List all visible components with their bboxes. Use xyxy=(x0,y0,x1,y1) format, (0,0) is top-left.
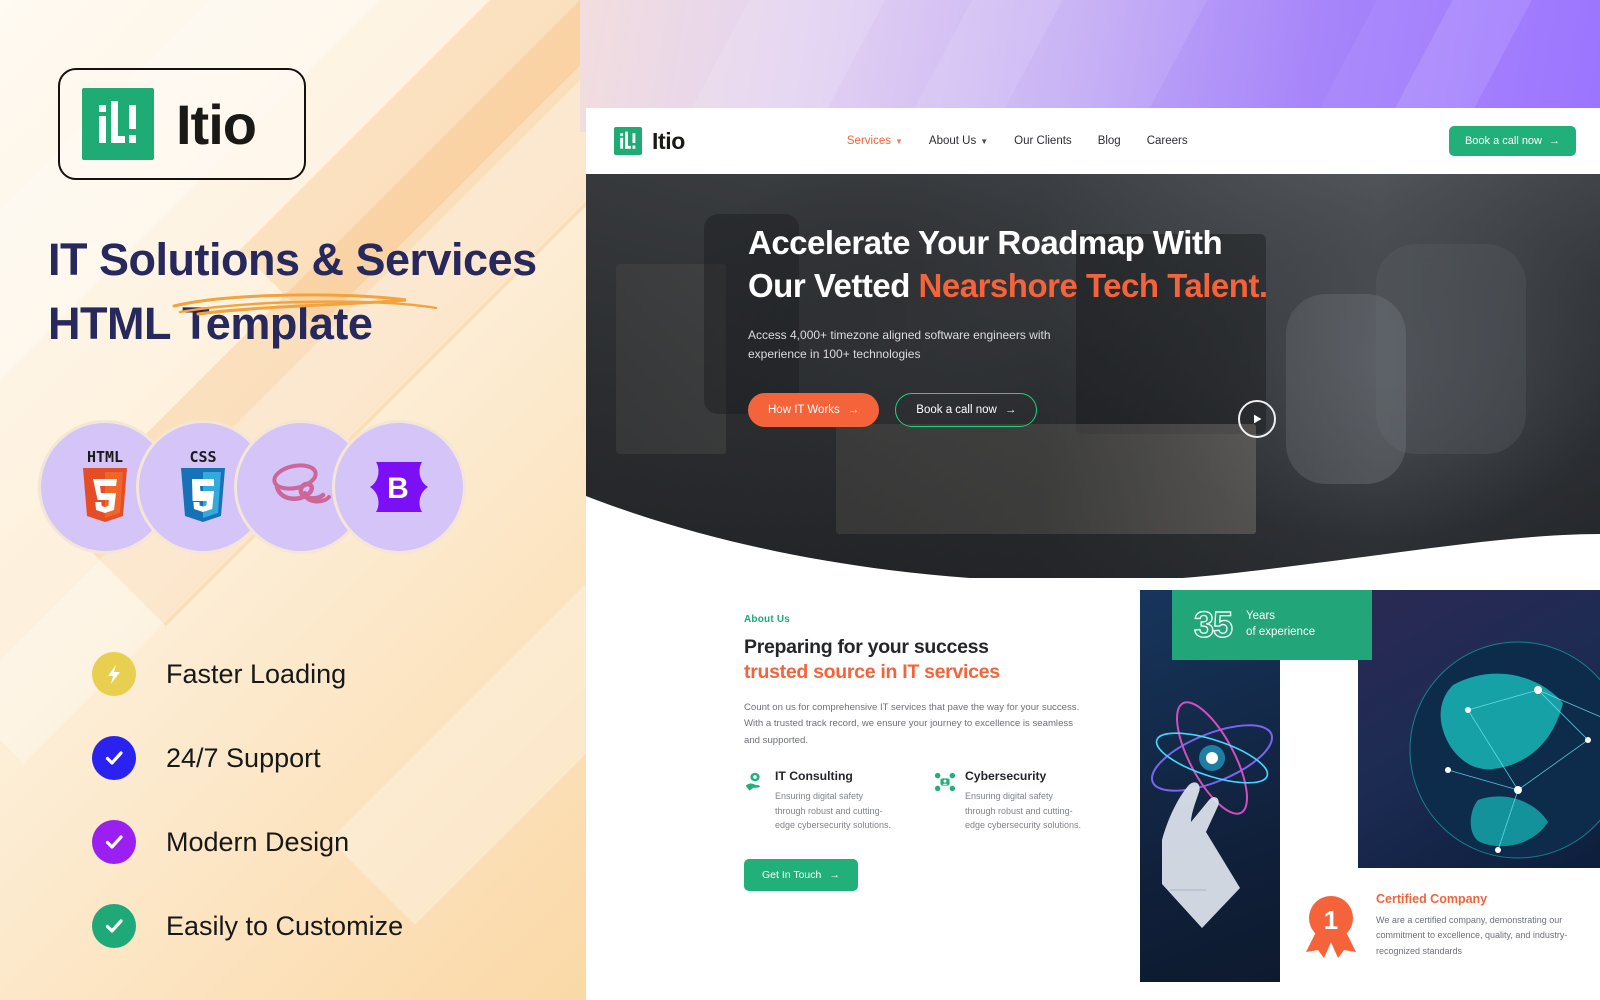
hero-book-a-call-label: Book a call now xyxy=(916,403,997,416)
bootstrap-badge: B xyxy=(332,420,466,554)
hero-wave-divider xyxy=(586,496,1600,578)
feature-item: 24/7 Support xyxy=(92,716,532,800)
site-logo-word: Itio xyxy=(652,127,685,154)
service-text: Ensuring digital safety through robust a… xyxy=(965,791,1082,831)
service-title: IT Consulting xyxy=(775,769,853,784)
logo-mark-icon xyxy=(82,88,154,160)
hero-subtitle: Access 4,000+ timezone aligned software … xyxy=(748,327,1051,362)
site-navbar: Itio Services ▼ About Us ▼ Our Clients B… xyxy=(586,108,1600,174)
lightning-icon xyxy=(92,652,136,696)
check-icon xyxy=(92,904,136,948)
hero-title-accent: Nearshore Tech Talent. xyxy=(918,266,1269,304)
certified-text: We are a certified company, demonstratin… xyxy=(1376,915,1568,956)
hero-buttons: How IT Works → Book a call now → xyxy=(748,392,1268,427)
nav-label: Blog xyxy=(1097,135,1121,147)
hero-section: Accelerate Your Roadmap With Our Vetted … xyxy=(586,174,1600,578)
tech-badges: HTML CSS B xyxy=(38,420,466,554)
feature-item: Easily to Customize xyxy=(92,884,532,968)
about-heading-line-1: Preparing for your success xyxy=(744,636,989,658)
years-label-line-2: of experience xyxy=(1246,626,1316,638)
site-nav-links: Services ▼ About Us ▼ Our Clients Blog C… xyxy=(847,135,1188,147)
about-eyebrow: About Us xyxy=(744,614,791,625)
nav-item-careers[interactable]: Careers xyxy=(1147,135,1188,147)
logo-mark-icon xyxy=(614,127,642,155)
chevron-down-icon: ▼ xyxy=(895,136,903,146)
how-it-works-label: How IT Works xyxy=(768,403,840,416)
years-number: 35 xyxy=(1193,604,1233,645)
about-heading: Preparing for your success trusted sourc… xyxy=(744,635,1084,686)
nav-label: Careers xyxy=(1146,135,1188,147)
nav-label: About Us xyxy=(928,135,977,147)
brand-logo: Itio xyxy=(58,68,306,180)
headline-line-2: HTML Template xyxy=(48,297,373,349)
site-logo[interactable]: Itio xyxy=(614,127,685,155)
hero-book-a-call-button[interactable]: Book a call now → xyxy=(895,392,1038,427)
about-heading-line-2: trusted source in IT services xyxy=(744,661,1000,684)
feature-label: 24/7 Support xyxy=(166,742,321,773)
book-a-call-label: Book a call now xyxy=(1464,135,1542,147)
play-icon xyxy=(1254,414,1262,424)
feature-label: Easily to Customize xyxy=(166,910,404,941)
get-in-touch-label: Get In Touch xyxy=(762,868,822,881)
nav-label: Our Clients xyxy=(1014,135,1072,147)
svg-text:B: B xyxy=(387,472,409,505)
service-title: Cybersecurity xyxy=(965,769,1047,784)
book-a-call-button[interactable]: Book a call now → xyxy=(1448,126,1576,156)
feature-item: Faster Loading xyxy=(92,632,532,716)
service-item-it-consulting: IT Consulting Ensuring digital safety th… xyxy=(744,769,894,833)
get-in-touch-button[interactable]: Get In Touch → xyxy=(744,858,858,891)
feature-list: Faster Loading 24/7 Support Modern Desig… xyxy=(92,632,532,968)
certified-company-card: 1 Certified Company We are a certified c… xyxy=(1280,868,1600,1000)
years-of-experience-badge: 35 Years of experience xyxy=(1172,590,1372,660)
logo-wordmark: Itio xyxy=(176,92,257,156)
medal-icon: 1 xyxy=(1302,892,1360,1000)
nav-item-services[interactable]: Services ▼ xyxy=(847,135,903,147)
nav-item-about-us[interactable]: About Us ▼ xyxy=(929,135,988,147)
promo-headline: IT Solutions & Services HTML Template xyxy=(48,228,588,356)
nav-item-blog[interactable]: Blog xyxy=(1098,135,1121,147)
play-video-button[interactable] xyxy=(1238,400,1276,438)
arrow-right-icon: → xyxy=(829,868,840,881)
years-label-line-1: Years xyxy=(1246,610,1276,623)
nav-label: Services xyxy=(846,135,891,147)
svg-text:HTML: HTML xyxy=(87,448,123,466)
about-services: IT Consulting Ensuring digital safety th… xyxy=(744,769,1084,833)
hero-title: Accelerate Your Roadmap With Our Vetted … xyxy=(748,222,1268,308)
website-preview: Itio Services ▼ About Us ▼ Our Clients B… xyxy=(586,108,1600,1000)
about-body: Count on us for comprehensive IT service… xyxy=(744,701,1080,746)
headline-line-1: IT Solutions & Services xyxy=(48,234,537,285)
arrow-right-icon: → xyxy=(1004,403,1017,416)
about-section: About Us Preparing for your success trus… xyxy=(744,614,1084,891)
feature-label: Modern Design xyxy=(166,826,350,857)
how-it-works-button[interactable]: How IT Works → xyxy=(748,392,880,427)
promo-banner: Itio IT Solutions & Services HTML Templa… xyxy=(0,0,1600,1000)
service-item-cybersecurity: Cybersecurity Ensuring digital safety th… xyxy=(934,769,1084,833)
svg-text:1: 1 xyxy=(1324,905,1338,935)
arrow-right-icon: → xyxy=(1549,135,1560,147)
hand-leaf-icon xyxy=(744,771,766,793)
feature-item: Modern Design xyxy=(92,800,532,884)
promo-left-column: Itio IT Solutions & Services HTML Templa… xyxy=(0,0,592,1000)
hero-content: Accelerate Your Roadmap With Our Vetted … xyxy=(748,222,1268,427)
network-user-icon xyxy=(934,771,956,793)
chevron-down-icon: ▼ xyxy=(980,136,989,146)
nav-item-our-clients[interactable]: Our Clients xyxy=(1014,135,1072,147)
service-text: Ensuring digital safety through robust a… xyxy=(775,791,892,831)
feature-label: Faster Loading xyxy=(166,658,347,689)
check-icon xyxy=(92,736,136,780)
certified-title: Certified Company xyxy=(1376,892,1488,906)
arrow-right-icon: → xyxy=(847,403,860,416)
check-icon xyxy=(92,820,136,864)
svg-text:CSS: CSS xyxy=(189,448,216,466)
